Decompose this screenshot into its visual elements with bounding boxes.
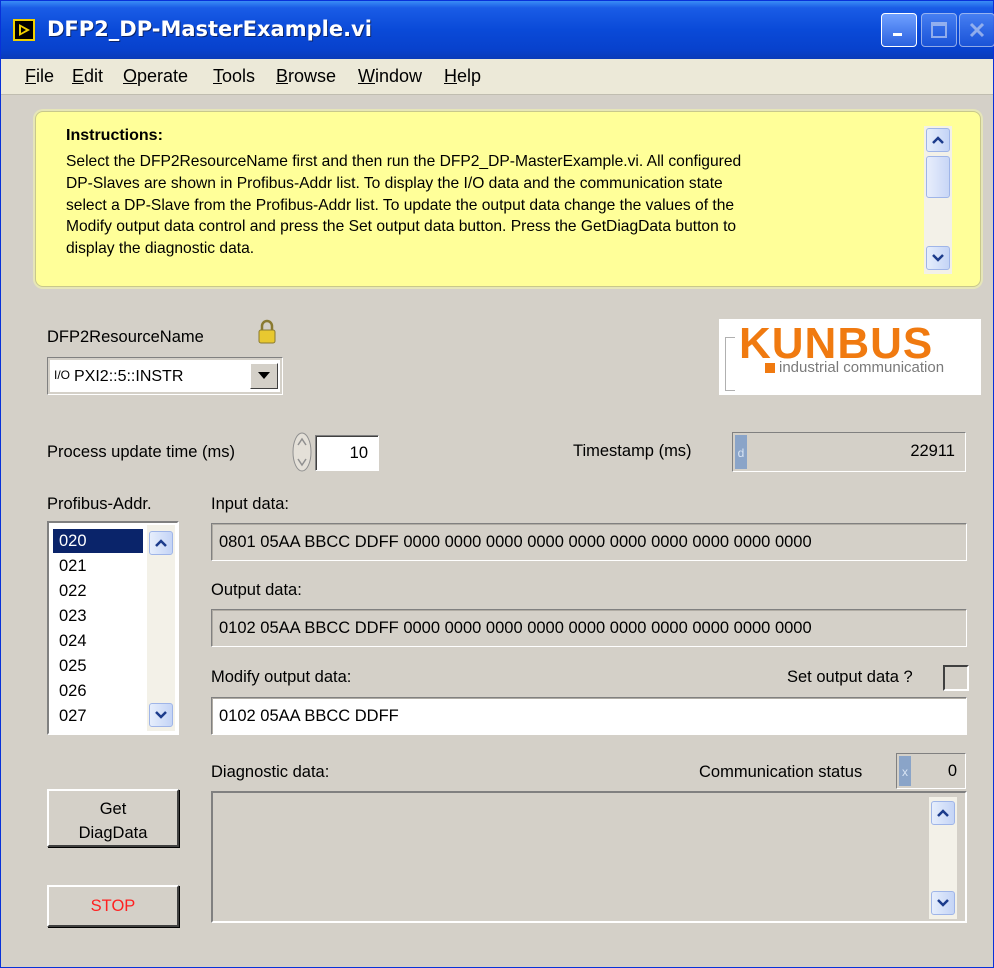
logo-bracket xyxy=(725,337,735,391)
list-item[interactable]: 023 xyxy=(53,604,143,628)
menu-tools[interactable]: Tools xyxy=(213,66,255,87)
modify-output-label: Modify output data: xyxy=(211,668,352,686)
scroll-thumb[interactable] xyxy=(926,156,950,198)
scroll-up-button[interactable] xyxy=(149,531,173,555)
profibus-scrollbar[interactable] xyxy=(147,525,175,731)
get-diagdata-label-line1: Get xyxy=(99,800,127,818)
diagnostic-scrollbar[interactable] xyxy=(929,797,957,919)
list-item[interactable]: 020 xyxy=(53,529,143,553)
list-item[interactable]: 021 xyxy=(53,554,143,578)
instructions-line: display the diagnostic data. xyxy=(66,240,255,258)
menu-help[interactable]: Help xyxy=(444,66,481,87)
process-update-label: Process update time (ms) xyxy=(47,443,235,461)
io-prefix-icon: I/O xyxy=(54,368,71,382)
chevron-up-icon xyxy=(155,539,167,547)
logo-square xyxy=(765,363,775,373)
title-bar[interactable]: DFP2_DP-MasterExample.vi xyxy=(1,1,994,59)
scroll-up-button[interactable] xyxy=(926,128,950,152)
resource-dropdown-button[interactable] xyxy=(250,363,278,389)
instructions-line: select a DP-Slave from the Profibus-Addr… xyxy=(66,196,735,214)
lock-icon xyxy=(258,319,276,344)
labview-vi-icon xyxy=(13,19,35,41)
profibus-addr-list[interactable]: 020 021 022 023 024 025 026 027 xyxy=(47,521,179,735)
resource-value: PXI2::5::INSTR xyxy=(74,368,184,385)
kunbus-logo: KUNBUS industrial communication xyxy=(719,319,981,395)
menu-browse[interactable]: Browse xyxy=(276,66,336,87)
minimize-button[interactable] xyxy=(881,13,917,47)
stop-button[interactable]: STOP xyxy=(47,885,179,927)
chevron-up-icon xyxy=(937,809,949,817)
instructions-panel: Instructions: Select the DFP2ResourceNam… xyxy=(35,111,981,287)
output-data-label: Output data: xyxy=(211,581,302,599)
diagnostic-data-indicator xyxy=(211,791,967,923)
menu-window[interactable]: Window xyxy=(358,66,422,87)
scroll-down-button[interactable] xyxy=(931,891,955,915)
list-item[interactable]: 025 xyxy=(53,654,143,678)
maximize-icon xyxy=(931,22,947,38)
profibus-label: Profibus-Addr. xyxy=(47,495,152,513)
chevron-down-icon xyxy=(937,899,949,907)
instructions-text: Select the DFP2ResourceName first and th… xyxy=(66,151,916,260)
resource-selector-field: I/O PXI2::5::INSTR xyxy=(50,360,280,392)
close-icon xyxy=(969,22,985,38)
comm-status-value: 0 xyxy=(947,762,957,780)
list-item[interactable]: 027 xyxy=(53,704,143,728)
timestamp-indicator: d 22911 xyxy=(732,432,966,472)
comm-status-label: Communication status xyxy=(699,763,863,781)
output-data-indicator: 0102 05AA BBCC DDFF 0000 0000 0000 0000 … xyxy=(211,609,967,647)
scroll-down-button[interactable] xyxy=(149,703,173,727)
get-diagdata-label-line2: DiagData xyxy=(78,824,148,842)
menu-edit[interactable]: Edit xyxy=(72,66,103,87)
chevron-up-icon xyxy=(932,136,944,144)
menu-file[interactable]: File xyxy=(25,66,54,87)
list-item[interactable]: 026 xyxy=(53,679,143,703)
instructions-line: Select the DFP2ResourceName first and th… xyxy=(66,153,742,170)
vi-window: DFP2_DP-MasterExample.vi File Edit Opera… xyxy=(0,0,994,968)
input-data-indicator: 0801 05AA BBCC DDFF 0000 0000 0000 0000 … xyxy=(211,523,967,561)
list-item[interactable]: 024 xyxy=(53,629,143,653)
resource-label: DFP2ResourceName xyxy=(47,328,204,346)
get-diagdata-button[interactable]: Get DiagData xyxy=(47,789,179,847)
input-data-label: Input data: xyxy=(211,495,289,513)
scroll-up-button[interactable] xyxy=(931,801,955,825)
timestamp-value: 22911 xyxy=(910,442,955,460)
list-item[interactable]: 022 xyxy=(53,579,143,603)
logo-tagline: industrial communication xyxy=(779,359,945,376)
set-output-label: Set output data ? xyxy=(787,668,913,686)
chevron-down-icon xyxy=(932,254,944,262)
menu-operate[interactable]: Operate xyxy=(123,66,188,87)
timestamp-label: Timestamp (ms) xyxy=(573,442,692,460)
radix-indicator: x xyxy=(899,756,911,786)
modify-output-input[interactable]: 0102 05AA BBCC DDFF xyxy=(211,697,967,735)
instructions-title: Instructions: xyxy=(66,127,163,144)
increment-decrement-icon[interactable] xyxy=(291,431,313,473)
scroll-down-button[interactable] xyxy=(926,246,950,270)
minimize-icon xyxy=(893,33,902,36)
diagnostic-label: Diagnostic data: xyxy=(211,763,330,781)
menu-bar: File Edit Operate Tools Browse Window He… xyxy=(1,59,993,95)
comm-status-indicator: x 0 xyxy=(896,753,966,789)
set-output-checkbox[interactable] xyxy=(943,665,969,691)
close-button[interactable] xyxy=(959,13,994,47)
dropdown-arrow-icon xyxy=(258,372,270,379)
maximize-button[interactable] xyxy=(921,13,957,47)
resource-selector[interactable]: I/O PXI2::5::INSTR xyxy=(47,357,283,395)
instructions-line: Modify output data control and press the… xyxy=(66,218,737,236)
instructions-scrollbar[interactable] xyxy=(924,126,952,274)
window-title: DFP2_DP-MasterExample.vi xyxy=(47,17,372,41)
instructions-line: DP-Slaves are shown in Profibus-Addr lis… xyxy=(66,174,723,192)
process-update-input[interactable]: 10 xyxy=(315,435,379,471)
chevron-down-icon xyxy=(155,711,167,719)
radix-indicator: d xyxy=(735,435,747,469)
